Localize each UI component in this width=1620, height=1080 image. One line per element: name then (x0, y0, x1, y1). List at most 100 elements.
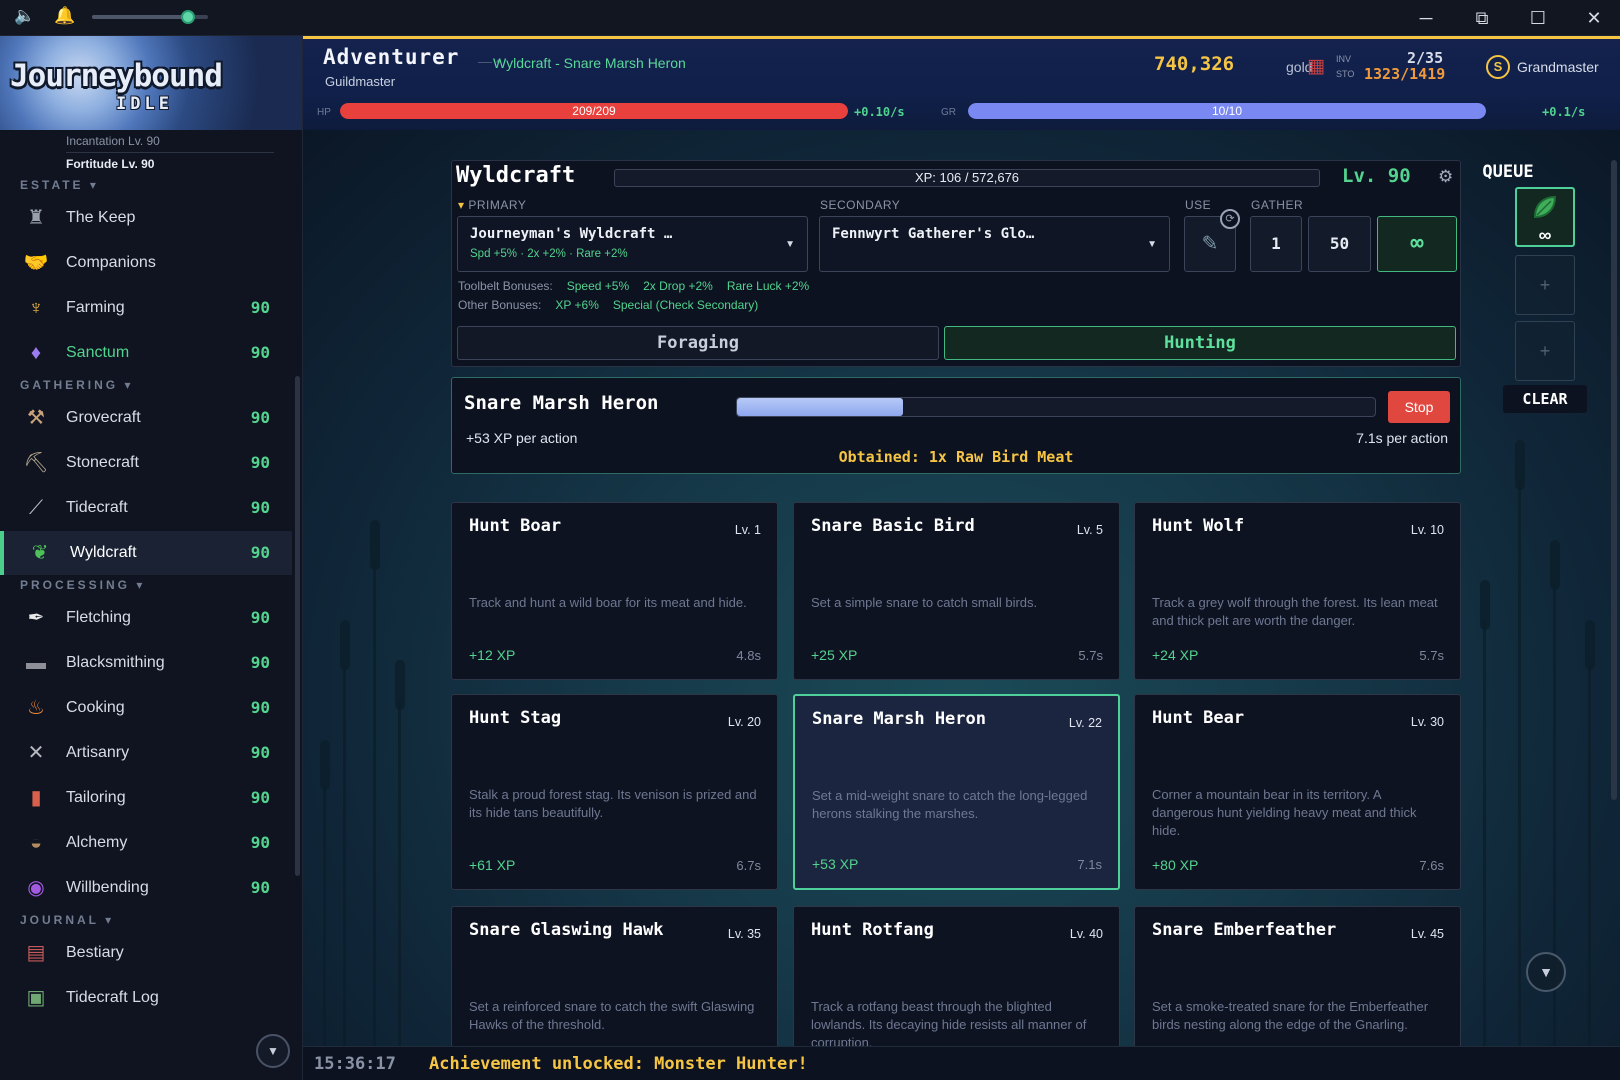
inventory-chest-icon[interactable]: ▦ (1307, 55, 1325, 78)
main-scroll-down-button[interactable]: ▼ (1526, 952, 1566, 992)
sidebar-section-header[interactable]: ESTATE ▾ (20, 178, 99, 192)
sidebar-item-tidecraft[interactable]: ⟋ Tidecraft 90 (0, 486, 292, 530)
close-button[interactable]: ✕ (1574, 4, 1614, 32)
volume-slider[interactable] (92, 10, 208, 24)
sidebar-item-tidecraft-log[interactable]: ▣ Tidecraft Log (0, 976, 292, 1020)
reed-head (1585, 620, 1595, 670)
reed-head (320, 740, 330, 790)
gather-50-button[interactable]: 50 (1308, 216, 1371, 272)
sidebar-partial-row: Fortitude Lv. 90 (66, 157, 155, 171)
action-card[interactable]: Hunt Wolf Lv. 10 Track a grey wolf through… (1134, 502, 1461, 680)
action-card-level: Lv. 10 (1410, 523, 1444, 537)
character-header: Adventurer — • Wyldcraft - Snare Marsh H… (303, 36, 1620, 130)
reed-silhouette (1588, 660, 1591, 1080)
vortex-icon: ◉ (27, 877, 45, 899)
gold-amount: 740,326 (1154, 53, 1235, 75)
queue-slot-active[interactable]: ∞ (1515, 187, 1575, 247)
reed-head (1515, 440, 1525, 490)
action-card-description: Track a rotfang beast through the blight… (811, 999, 1087, 1050)
gear-icon[interactable]: ⚙ (1438, 167, 1453, 187)
reed-silhouette (373, 560, 376, 1080)
sidebar-section-header[interactable]: GATHERING ▾ (20, 378, 133, 392)
action-card-level: Lv. 40 (1069, 927, 1103, 941)
maximize-button[interactable]: ☐ (1518, 4, 1558, 32)
crystal-icon: ♦ (30, 342, 42, 364)
action-card[interactable]: Hunt Stag Lv. 20 Stalk a proud forest stag… (451, 694, 778, 890)
rank-badge-icon: S (1486, 55, 1510, 79)
current-activity[interactable]: Wyldcraft - Snare Marsh Heron (493, 55, 686, 71)
logo-title: Journeybound (10, 58, 223, 94)
sidebar-item-artisanry[interactable]: ✕ Artisanry 90 (0, 731, 292, 775)
sidebar-item-cooking[interactable]: ♨ Cooking 90 (0, 686, 292, 730)
sidebar-item-grovecraft[interactable]: ⚒ Grovecraft 90 (0, 396, 292, 440)
other-bonuses: Other Bonuses: XP +6% Special (Check Secon… (458, 298, 759, 312)
sidebar-item-companions[interactable]: 🤝 Companions (0, 241, 292, 285)
gr-tag: GR (941, 107, 956, 118)
sidebar-item-label: Grovecraft (66, 409, 141, 426)
sidebar-item-label: Farming (66, 299, 125, 316)
queue-clear-button[interactable]: CLEAR (1503, 385, 1587, 413)
gather-infinite-button[interactable]: ∞ (1377, 216, 1457, 272)
title-bar: 🔈 🔔 ─ ⧉ ☐ ✕ (0, 0, 1620, 36)
gather-1-button[interactable]: 1 (1250, 216, 1302, 272)
sidebar-item-tailoring[interactable]: ▮ Tailoring 90 (0, 776, 292, 820)
stop-button[interactable]: Stop (1388, 391, 1450, 423)
leaf-icon: ❦ (31, 542, 49, 564)
reed-silhouette (1553, 580, 1556, 1080)
action-card[interactable]: Snare Marsh Heron Lv. 22 Set a mid-weight … (793, 694, 1120, 890)
gr-regen-rate: +0.1/s (1542, 105, 1586, 119)
sidebar-item-wyldcraft[interactable]: ❦ Wyldcraft 90 (0, 531, 292, 575)
sidebar-item-level: 90 (250, 698, 270, 717)
sidebar-section-header[interactable]: PROCESSING ▾ (20, 578, 145, 592)
main-scrollbar[interactable] (1611, 160, 1617, 800)
sidebar-item-blacksmithing[interactable]: ▬ Blacksmithing 90 (0, 641, 292, 685)
sidebar-item-label: Bestiary (66, 944, 124, 961)
queue-slot-empty[interactable]: + (1515, 255, 1575, 315)
sidebar-item-label: Cooking (66, 699, 125, 716)
action-card[interactable]: Hunt Boar Lv. 1 Track and hunt a wild boar… (451, 502, 778, 680)
sidebar-item-level: 90 (250, 453, 270, 472)
sidebar-item-stonecraft[interactable]: ⛏ Stonecraft 90 (0, 441, 292, 485)
action-card-title: Snare Marsh Heron (812, 709, 986, 729)
tab-foraging[interactable]: Foraging (457, 326, 939, 360)
primary-tool-select[interactable]: Journeyman's Wyldcraft … Spd +5% · 2x +2… (457, 216, 808, 272)
action-card-time: 7.6s (1419, 858, 1444, 873)
sidebar-item-level: 90 (250, 343, 270, 362)
sidebar-item-level: 90 (250, 608, 270, 627)
queue-slot-empty[interactable]: + (1515, 321, 1575, 381)
sidebar-item-sanctum[interactable]: ♦ Sanctum 90 (0, 331, 292, 375)
feather-quill-icon: ✒ (27, 607, 45, 629)
thread-spool-icon: ▮ (30, 787, 42, 809)
leaf-icon (1531, 193, 1559, 221)
reed-silhouette (398, 700, 401, 1080)
game-logo[interactable]: Journeybound IDLE (0, 36, 302, 130)
sidebar-scrollbar[interactable] (295, 376, 300, 876)
hp-bar: 209/209 (340, 103, 848, 119)
speaker-icon[interactable]: 🔈 (14, 6, 35, 26)
secondary-tool-select[interactable]: Fennwyrt Gatherer's Glo… ▼ (819, 216, 1170, 272)
sidebar-item-farming[interactable]: ♆ Farming 90 (0, 286, 292, 330)
sidebar-section-header[interactable]: JOURNAL ▾ (20, 913, 114, 927)
sidebar-item-bestiary[interactable]: ▤ Bestiary (0, 931, 292, 975)
minimize-button[interactable]: ─ (1406, 4, 1446, 32)
sidebar-item-alchemy[interactable]: ◒ Alchemy 90 (0, 821, 292, 865)
refresh-icon[interactable]: ⟳ (1220, 209, 1240, 229)
sidebar-item-the-keep[interactable]: ♜ The Keep (0, 196, 292, 240)
action-card[interactable]: Hunt Bear Lv. 30 Corner a mountain bear in… (1134, 694, 1461, 890)
action-card[interactable]: Snare Basic Bird Lv. 5 Set a simple snare … (793, 502, 1120, 680)
sidebar-item-level: 90 (250, 743, 270, 762)
reed-silhouette (323, 780, 326, 1080)
tab-hunting[interactable]: Hunting (944, 326, 1456, 360)
mortar-pestle-icon: ◒ (29, 832, 43, 854)
sidebar-item-fletching[interactable]: ✒ Fletching 90 (0, 596, 292, 640)
skill-xp-bar: XP: 106 / 572,676 (614, 169, 1320, 187)
log-book-icon: ▣ (26, 987, 46, 1009)
sidebar-item-willbending[interactable]: ◉ Willbending 90 (0, 866, 292, 910)
picture-in-picture-button[interactable]: ⧉ (1462, 4, 1502, 32)
skill-name: Wyldcraft (456, 163, 576, 188)
volume-knob[interactable] (181, 10, 196, 24)
bell-icon[interactable]: 🔔 (54, 6, 75, 26)
sidebar-scroll-down-button[interactable]: ▼ (256, 1034, 290, 1068)
action-card-level: Lv. 5 (1076, 523, 1103, 537)
action-card-xp: +24 XP (1152, 647, 1199, 663)
